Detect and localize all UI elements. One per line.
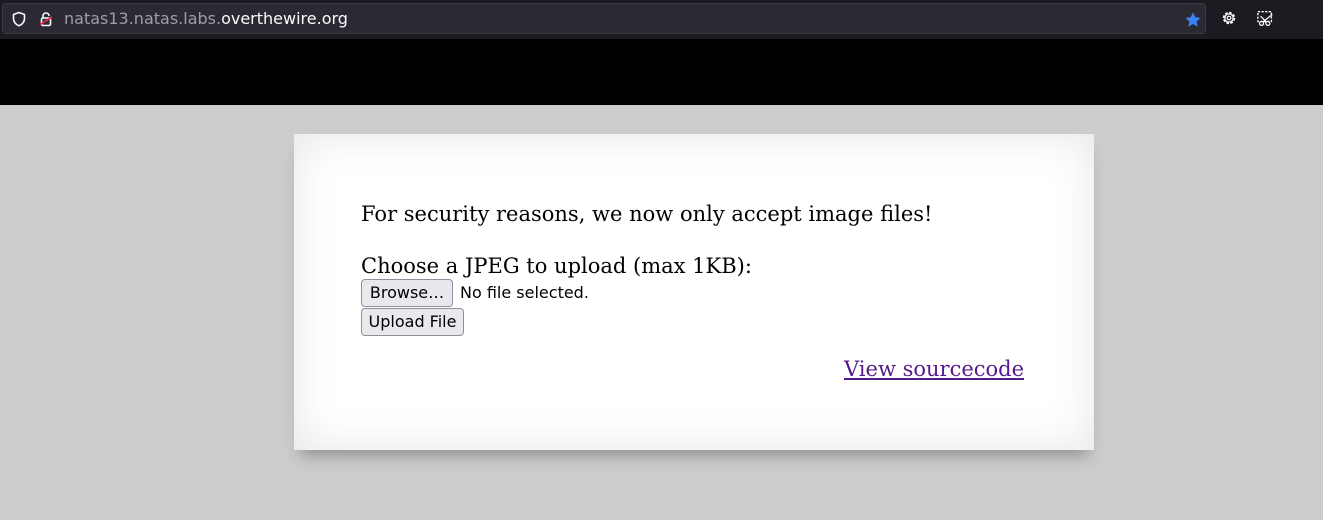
gear-icon[interactable]: [1220, 9, 1238, 27]
url-text[interactable]: natas13.natas.labs.overthewire.org: [64, 9, 348, 29]
upload-prompt-label: Choose a JPEG to upload (max 1KB):: [361, 254, 752, 278]
upload-file-button[interactable]: Upload File: [361, 308, 464, 336]
security-notice: For security reasons, we now only accept…: [361, 202, 933, 226]
browser-toolbar: natas13.natas.labs.overthewire.org: [0, 0, 1323, 39]
url-subdomain: natas13.natas.labs.: [64, 9, 222, 28]
star-icon[interactable]: [1184, 11, 1202, 29]
shield-icon[interactable]: [11, 11, 27, 27]
lock-icon[interactable]: [38, 11, 54, 27]
file-status-text: No file selected.: [460, 283, 589, 302]
browse-button[interactable]: Browse…: [361, 279, 453, 307]
view-sourcecode-link[interactable]: View sourcecode: [844, 355, 1024, 383]
site-header: [0, 39, 1323, 105]
url-domain: overthewire.org: [221, 9, 348, 28]
content-card: For security reasons, we now only accept…: [294, 134, 1094, 450]
screenshot-icon[interactable]: [1256, 9, 1276, 27]
address-bar[interactable]: natas13.natas.labs.overthewire.org: [2, 3, 1206, 34]
